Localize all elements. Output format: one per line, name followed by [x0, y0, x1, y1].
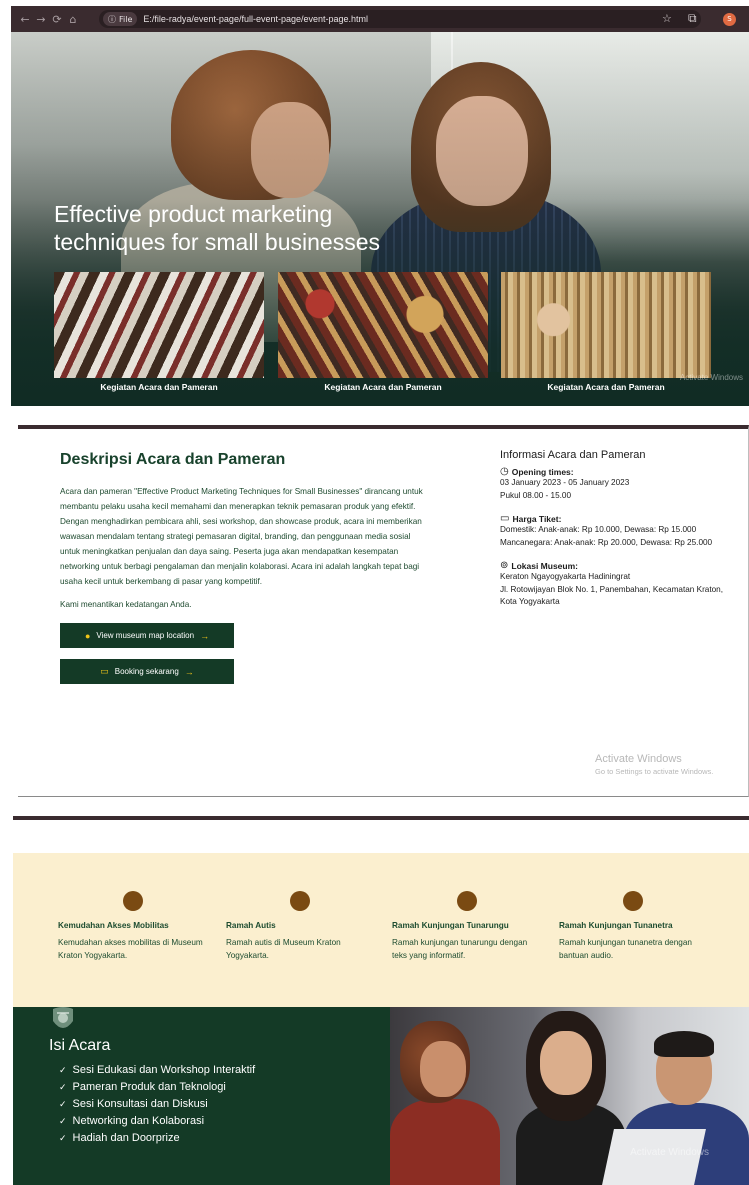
url-text[interactable]: E:/file-radya/event-page/full-event-page…: [143, 14, 368, 24]
opening-times-block: ◷ Opening times: 03 January 2023 - 05 Ja…: [500, 466, 740, 502]
accessibility-dot-icon: [123, 891, 143, 911]
program-item: ✓ Networking dan Kolaborasi: [59, 1113, 255, 1130]
info-title: Informasi Acara dan Pameran: [500, 449, 646, 461]
accessibility-program-section: Kemudahan Akses Mobilitas Kemudahan akse…: [13, 853, 749, 1185]
location-line-1: Keraton Ngayogyakarta Hadiningrat: [500, 572, 631, 581]
description-body: Acara dan pameran "Effective Product Mar…: [60, 487, 423, 586]
gallery-caption: Kegiatan Acara dan Pameran: [100, 382, 218, 392]
accessibility-dot-icon: [457, 891, 477, 911]
photo-person-center-face: [540, 1031, 592, 1095]
ticket-price-label: Harga Tiket:: [512, 513, 562, 524]
gallery-card[interactable]: Kegiatan Acara dan Pameran: [501, 272, 711, 404]
opening-times-label: Opening times:: [511, 466, 574, 477]
program-item: ✓ Sesi Edukasi dan Workshop Interaktif: [59, 1062, 255, 1079]
opening-hours: Pukul 08.00 - 15.00: [500, 490, 572, 500]
ticket-price-block: ▭ Harga Tiket: Domestik: Anak-anak: Rp 1…: [500, 513, 740, 549]
gallery-card[interactable]: Kegiatan Acara dan Pameran: [54, 272, 264, 404]
section-divider: [13, 816, 749, 820]
program-photo: Activate Windows: [390, 1007, 749, 1185]
gallery-photo-shoes: [54, 272, 264, 378]
accessibility-title: Ramah Autis: [226, 921, 276, 930]
event-info-panel: Informasi Acara dan Pameran ◷ Opening ti…: [500, 449, 740, 620]
accessibility-title: Ramah Kunjungan Tunanetra: [559, 921, 673, 930]
description-title: Deskripsi Acara dan Pameran: [60, 451, 286, 468]
activate-windows-hint: Go to Settings to activate Windows.: [595, 767, 714, 776]
photo-person-right-hair: [654, 1031, 714, 1057]
activate-windows-watermark: Activate Windows Go to Settings to activ…: [595, 753, 713, 776]
check-icon: ✓: [59, 1116, 67, 1126]
event-program: Isi Acara ✓ Sesi Edukasi dan Workshop Int…: [13, 1007, 749, 1185]
location-line-2: Jl. Rotowijayan Blok No. 1, Panembahan, …: [500, 584, 724, 607]
view-map-button[interactable]: ● View museum map location →: [60, 623, 234, 648]
accessibility-desc: Kemudahan akses mobilitas di Museum Krat…: [58, 938, 203, 960]
ticket-icon: ▭: [100, 666, 109, 676]
bookmark-star-icon[interactable]: ☆: [662, 12, 672, 25]
program-item-label: Pameran Produk dan Teknologi: [72, 1081, 226, 1093]
address-bar[interactable]: ⓘ File E:/file-radya/event-page/full-eve…: [99, 10, 701, 28]
check-icon: ✓: [59, 1099, 67, 1109]
gallery-photo-market: [278, 272, 488, 378]
site-info-chip[interactable]: ⓘ File: [103, 12, 138, 26]
location-label: Lokasi Museum:: [511, 560, 578, 571]
activate-windows-watermark: Activate Windows: [630, 1147, 709, 1158]
reload-icon[interactable]: ⟳: [49, 13, 65, 26]
event-description-section: Deskripsi Acara dan Pameran Acara dan pa…: [18, 425, 749, 797]
hero-banner: Effective product marketing techniques f…: [11, 32, 749, 406]
extensions-icon[interactable]: ⧉: [688, 11, 697, 26]
back-icon[interactable]: ←: [17, 13, 33, 26]
opening-dates: 03 January 2023 - 05 January 2023: [500, 478, 630, 487]
location-block: ⊚ Lokasi Museum: Keraton Ngayogyakarta H…: [500, 560, 740, 609]
browser-toolbar: ← → ⟳ ⌂ ⓘ File E:/file-radya/event-page/…: [11, 6, 749, 32]
arrow-right-icon: →: [200, 630, 210, 641]
kraton-crest-icon: [53, 1007, 73, 1028]
map-pin-icon: ●: [84, 630, 91, 641]
hero-title: Effective product marketing techniques f…: [54, 201, 380, 255]
arrow-right-icon: →: [184, 666, 194, 677]
clock-icon: ◷: [500, 466, 509, 477]
ticket-icon: ▭: [500, 513, 510, 524]
program-item: ✓ Pameran Produk dan Teknologi: [59, 1079, 255, 1096]
gallery-photo-craftsman: [501, 272, 711, 378]
gallery-caption: Kegiatan Acara dan Pameran: [324, 382, 442, 392]
program-title: Isi Acara: [49, 1037, 111, 1054]
program-item-label: Networking dan Kolaborasi: [72, 1115, 205, 1127]
ticket-foreign: Mancanegara: Anak-anak: Rp 20.000, Dewas…: [500, 537, 713, 547]
description-invite: Kami menantikan kedatangan Anda.: [60, 600, 192, 609]
activate-windows-watermark: Activate Windows: [679, 373, 743, 382]
accessibility-features: Kemudahan Akses Mobilitas Kemudahan akse…: [13, 853, 749, 1007]
program-list: ✓ Sesi Edukasi dan Workshop Interaktif ✓ P…: [59, 1062, 255, 1147]
gallery-card[interactable]: Kegiatan Acara dan Pameran: [278, 272, 488, 404]
location-pin-icon: ⊚: [500, 560, 509, 571]
program-item-label: Sesi Konsultasi dan Diskusi: [72, 1098, 208, 1110]
accessibility-title: Ramah Kunjungan Tunarungu: [392, 921, 509, 930]
program-item: ✓ Sesi Konsultasi dan Diskusi: [59, 1096, 255, 1113]
profile-avatar[interactable]: S: [723, 13, 736, 26]
program-item-label: Sesi Edukasi dan Workshop Interaktif: [72, 1064, 256, 1076]
booking-label: Booking sekarang: [114, 667, 179, 676]
program-item: ✓ Hadiah dan Doorprize: [59, 1130, 255, 1147]
info-icon: ⓘ: [108, 14, 116, 24]
accessibility-desc: Ramah autis di Museum Kraton Yogyakarta.: [226, 938, 341, 960]
accessibility-desc: Ramah kunjungan tunanetra dengan bantuan…: [559, 938, 692, 960]
home-icon[interactable]: ⌂: [65, 13, 81, 26]
ticket-domestic: Domestik: Anak-anak: Rp 10.000, Dewasa: …: [500, 525, 697, 534]
forward-icon[interactable]: →: [33, 13, 49, 26]
view-map-label: View museum map location: [96, 631, 195, 640]
site-info-label: File: [119, 14, 133, 24]
gallery-caption: Kegiatan Acara dan Pameran: [547, 382, 665, 392]
accessibility-title: Kemudahan Akses Mobilitas: [58, 921, 169, 930]
photo-person-left-body: [390, 1099, 500, 1185]
check-icon: ✓: [59, 1133, 67, 1143]
photo-person-left-face: [420, 1041, 466, 1097]
activity-gallery: Kegiatan Acara dan Pameran Kegiatan Acar…: [54, 272, 714, 404]
check-icon: ✓: [59, 1082, 67, 1092]
accessibility-dot-icon: [290, 891, 310, 911]
hero-screenshot: ← → ⟳ ⌂ ⓘ File E:/file-radya/event-page/…: [11, 6, 749, 406]
activate-windows-title: Activate Windows: [595, 753, 682, 765]
accessibility-desc: Ramah kunjungan tunarungu dengan teks ya…: [392, 938, 528, 960]
program-item-label: Hadiah dan Doorprize: [72, 1132, 180, 1144]
check-icon: ✓: [59, 1065, 67, 1075]
booking-button[interactable]: ▭ Booking sekarang →: [60, 659, 234, 684]
accessibility-dot-icon: [623, 891, 643, 911]
